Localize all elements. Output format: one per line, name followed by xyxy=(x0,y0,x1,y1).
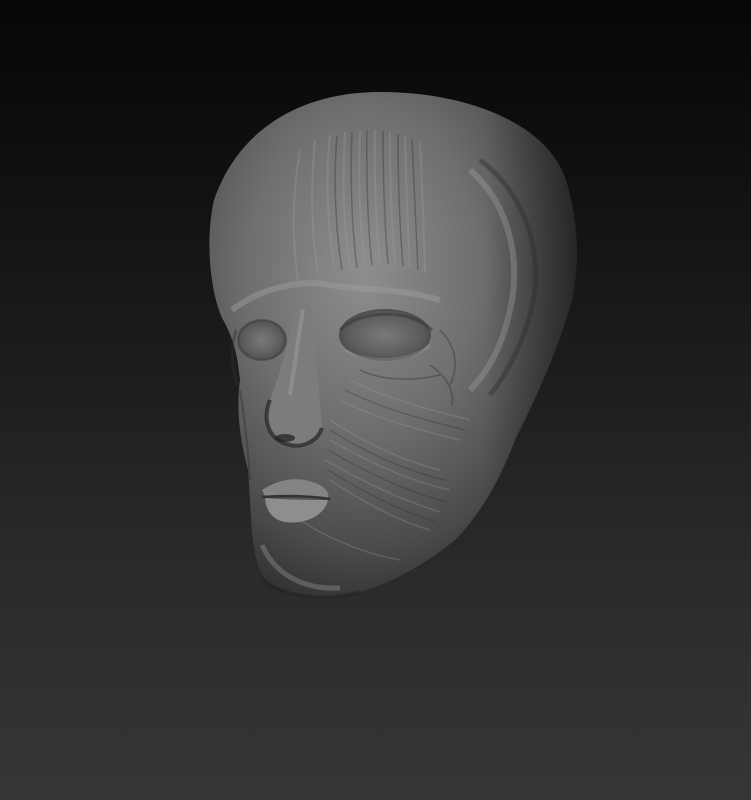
sculpted-head-model xyxy=(209,92,577,599)
viewport-canvas xyxy=(0,0,751,800)
